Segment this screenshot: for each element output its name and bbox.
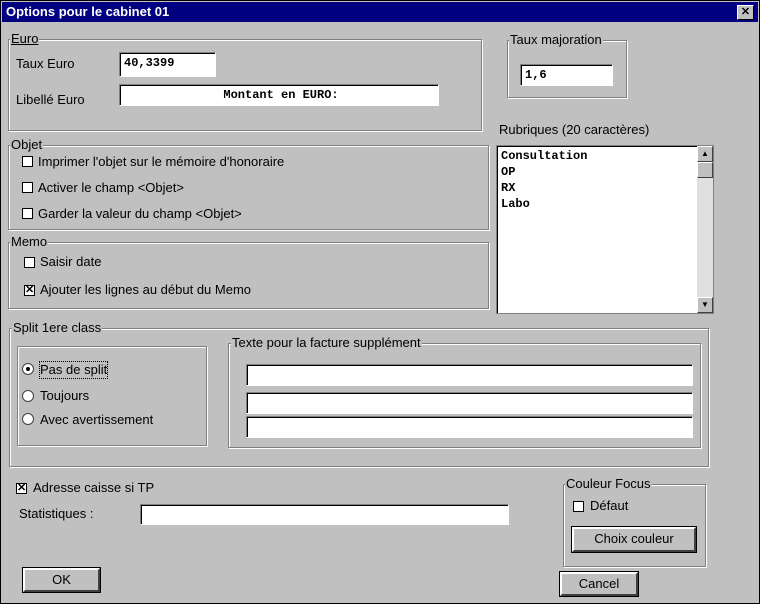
texte-facture-legend: Texte pour la facture supplément <box>231 335 422 350</box>
adresse-caisse-checkbox[interactable]: ✕ <box>16 483 27 494</box>
options-dialog: Options pour le cabinet 01 ✕ Euro Taux E… <box>0 0 760 604</box>
libelle-euro-label: Libellé Euro <box>16 92 85 107</box>
texte-facture-line-2[interactable] <box>246 392 693 414</box>
objet-legend: Objet <box>10 137 44 152</box>
rubriques-list[interactable]: Consultation OP RX Labo ▲ ▼ <box>496 145 714 314</box>
objet-garder-checkbox[interactable] <box>22 208 33 219</box>
window-title: Options pour le cabinet 01 <box>6 4 170 19</box>
taux-euro-label: Taux Euro <box>16 56 75 71</box>
list-item[interactable]: Labo <box>499 196 587 212</box>
defaut-label[interactable]: Défaut <box>590 498 628 514</box>
scroll-up-icon[interactable]: ▲ <box>697 146 713 162</box>
ok-button[interactable]: OK <box>22 567 101 593</box>
objet-activer-label[interactable]: Activer le champ <Objet> <box>38 180 184 196</box>
list-item[interactable]: RX <box>499 180 587 196</box>
objet-imprimer-checkbox[interactable] <box>22 156 33 167</box>
list-item[interactable]: OP <box>499 164 587 180</box>
memo-saisir-date-checkbox[interactable] <box>24 257 35 268</box>
cancel-button[interactable]: Cancel <box>559 571 639 597</box>
taux-majoration-legend: Taux majoration <box>509 32 603 47</box>
memo-ajouter-lignes-label[interactable]: Ajouter les lignes au début du Memo <box>40 282 251 298</box>
split-legend: Split 1ere class <box>12 320 103 335</box>
radio-avec-avertissement-label[interactable]: Avec avertissement <box>40 412 153 428</box>
couleur-focus-legend: Couleur Focus <box>565 476 652 491</box>
objet-imprimer-label[interactable]: Imprimer l'objet sur le mémoire d'honora… <box>38 154 284 170</box>
memo-group <box>8 242 489 309</box>
radio-toujours-label[interactable]: Toujours <box>40 388 89 404</box>
libelle-euro-field[interactable]: Montant en EURO: <box>119 84 439 106</box>
radio-avec-avertissement[interactable] <box>22 413 34 425</box>
euro-legend: Euro <box>10 31 40 46</box>
texte-facture-line-1[interactable] <box>246 364 693 386</box>
list-item[interactable]: Consultation <box>499 148 587 164</box>
radio-toujours[interactable] <box>22 390 34 402</box>
defaut-checkbox[interactable] <box>573 501 584 512</box>
couleur-focus-group <box>563 484 706 567</box>
title-bar: Options pour le cabinet 01 ✕ <box>2 2 758 22</box>
radio-pas-de-split[interactable] <box>22 363 34 375</box>
scroll-thumb[interactable] <box>697 162 713 178</box>
memo-legend: Memo <box>10 234 49 249</box>
taux-majoration-field[interactable]: 1,6 <box>520 64 613 86</box>
objet-garder-label[interactable]: Garder la valeur du champ <Objet> <box>38 206 242 222</box>
close-icon[interactable]: ✕ <box>737 5 754 20</box>
statistiques-label: Statistiques : <box>19 506 94 521</box>
adresse-caisse-label[interactable]: Adresse caisse si TP <box>33 480 154 496</box>
rubriques-label: Rubriques (20 caractères) <box>499 122 650 137</box>
memo-saisir-date-label[interactable]: Saisir date <box>40 254 101 270</box>
rubriques-scrollbar[interactable]: ▲ ▼ <box>697 146 713 313</box>
statistiques-field[interactable] <box>140 504 509 525</box>
texte-facture-line-3[interactable] <box>246 416 693 438</box>
radio-pas-de-split-label[interactable]: Pas de split <box>38 361 109 379</box>
taux-euro-field[interactable]: 40,3399 <box>119 52 216 77</box>
choix-couleur-button[interactable]: Choix couleur <box>571 526 697 553</box>
objet-activer-checkbox[interactable] <box>22 182 33 193</box>
scroll-down-icon[interactable]: ▼ <box>697 297 713 313</box>
memo-ajouter-lignes-checkbox[interactable]: ✕ <box>24 285 35 296</box>
